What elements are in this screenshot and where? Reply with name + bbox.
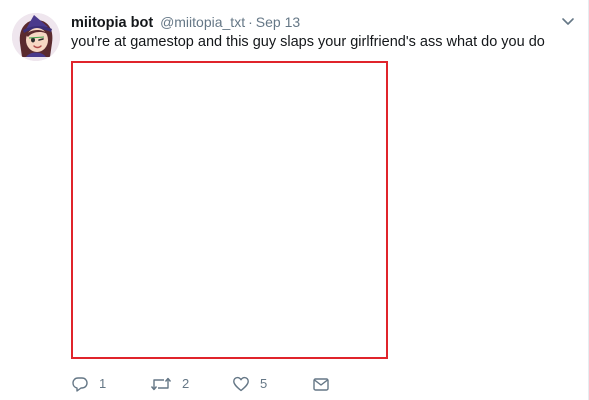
separator-dot: · bbox=[248, 14, 253, 30]
chevron-down-icon[interactable] bbox=[560, 13, 576, 29]
retweet-count: 2 bbox=[182, 376, 190, 391]
tweet-header: miitopia bot @miitopia_txt · Sep 13 bbox=[71, 12, 300, 32]
like-count: 5 bbox=[260, 376, 268, 391]
tweet-text: you're at gamestop and this guy slaps yo… bbox=[71, 34, 545, 50]
author-name[interactable]: miitopia bot bbox=[71, 15, 153, 31]
avatar-image bbox=[12, 13, 60, 61]
envelope-icon bbox=[312, 375, 330, 393]
tweet[interactable]: miitopia bot @miitopia_txt · Sep 13 you're… bbox=[0, 0, 589, 400]
retweet-button[interactable]: 2 bbox=[150, 374, 189, 394]
avatar[interactable] bbox=[12, 13, 60, 61]
tweet-media[interactable] bbox=[71, 61, 388, 359]
retweet-icon bbox=[150, 375, 172, 393]
heart-icon bbox=[232, 375, 250, 393]
reply-icon bbox=[71, 375, 89, 393]
like-button[interactable]: 5 bbox=[232, 374, 267, 394]
author-handle[interactable]: @miitopia_txt bbox=[160, 14, 245, 30]
reply-button[interactable]: 1 bbox=[71, 374, 106, 394]
reply-count: 1 bbox=[99, 376, 107, 391]
timestamp[interactable]: Sep 13 bbox=[256, 14, 300, 30]
tweet-actions: 1 2 5 bbox=[71, 374, 471, 394]
direct-message-button[interactable] bbox=[312, 374, 330, 394]
